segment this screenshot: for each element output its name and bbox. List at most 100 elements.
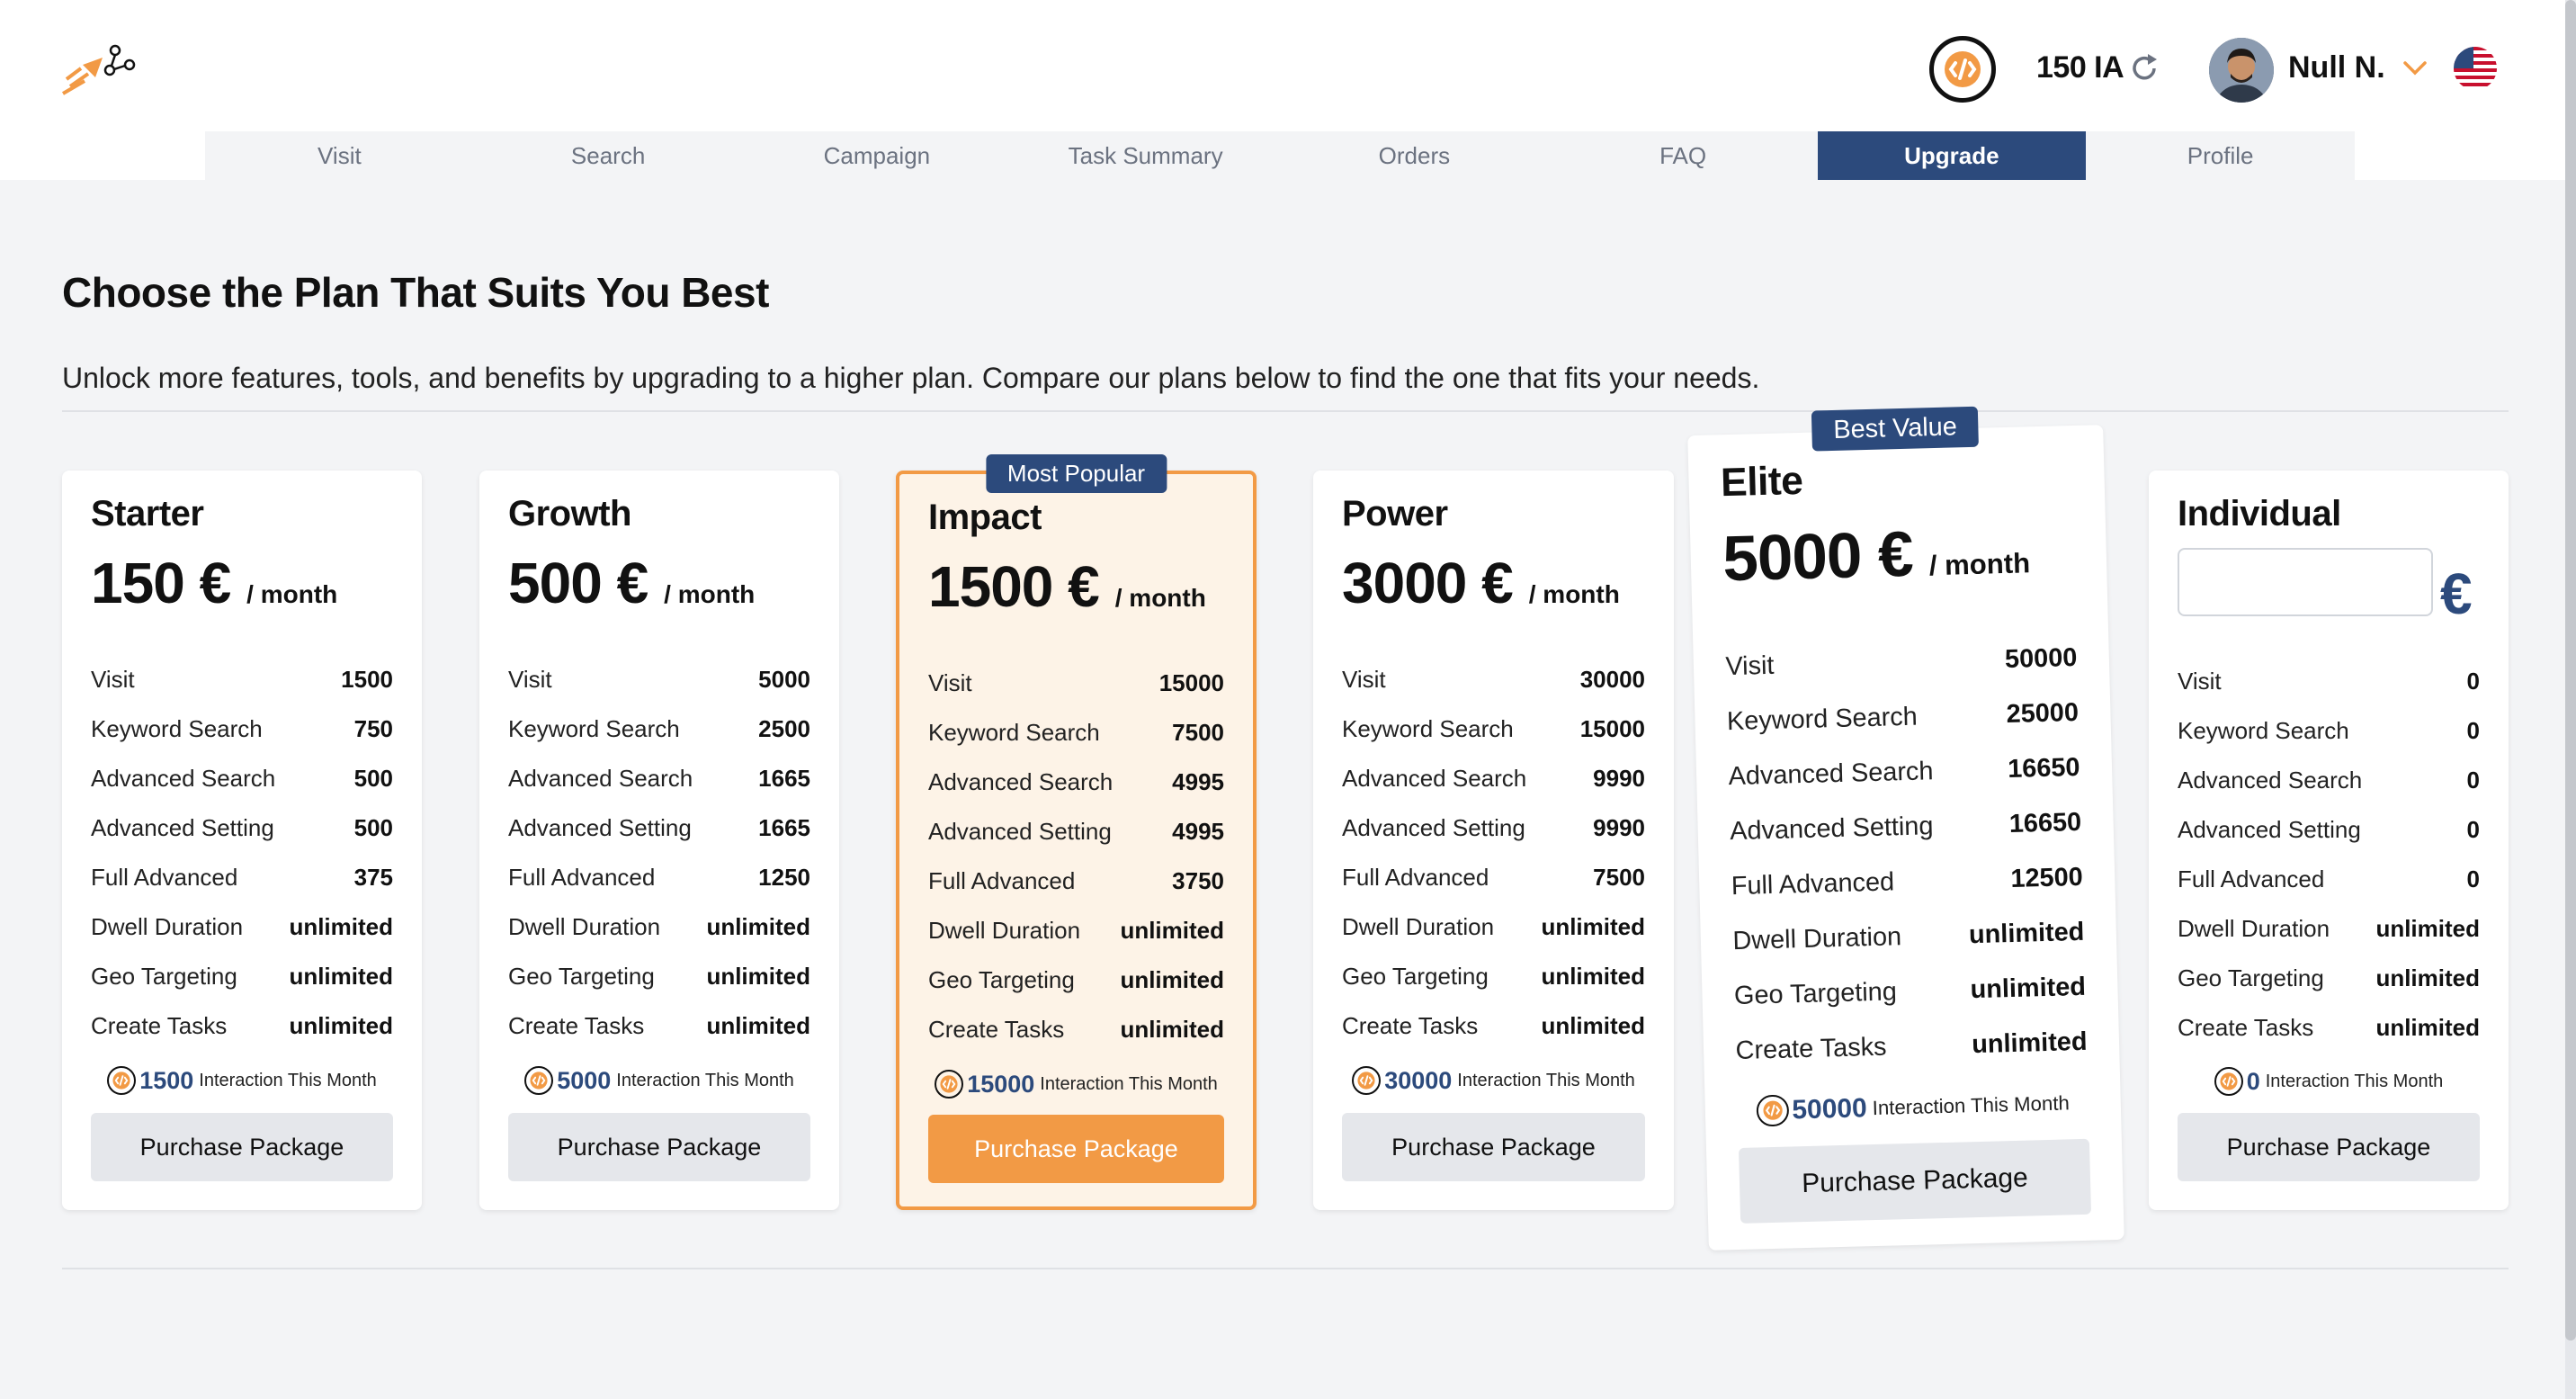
feature-label: Create Tasks: [91, 1012, 228, 1039]
price-period: / month: [1928, 546, 2031, 581]
feature-value: 0: [2466, 865, 2480, 892]
interaction-number: 50000: [1791, 1092, 1868, 1125]
feature-row: Advanced Search 16650: [1728, 740, 2080, 804]
feature-row: Advanced Search 1665: [508, 754, 810, 803]
interaction-count: 5000 Interaction This Month: [479, 1066, 839, 1095]
feature-row: Visit 30000: [1342, 655, 1645, 704]
feature-row: Dwell Duration unlimited: [1342, 902, 1645, 952]
feature-value: 16650: [2008, 807, 2082, 839]
plan-badge: Most Popular: [985, 454, 1167, 493]
feature-row: Full Advanced 0: [2178, 855, 2480, 904]
feature-list: Visit 15000 Keyword Search 7500 Advanced Sea…: [928, 659, 1224, 1054]
plan-badge: Best Value: [1811, 406, 1980, 452]
feature-row: Geo Targeting unlimited: [928, 955, 1224, 1005]
interaction-count: 1500 Interaction This Month: [62, 1066, 422, 1095]
custom-amount-input[interactable]: [2178, 548, 2433, 616]
feature-label: Visit: [2178, 668, 2222, 695]
feature-label: Dwell Duration: [508, 913, 661, 940]
purchase-package-button[interactable]: Purchase Package: [1342, 1113, 1645, 1181]
feature-row: Create Tasks unlimited: [928, 1005, 1224, 1054]
tab-profile[interactable]: Profile: [2086, 131, 2355, 180]
tab-faq[interactable]: FAQ: [1549, 131, 1818, 180]
feature-label: Geo Targeting: [508, 963, 655, 990]
price-amount: 1500 €: [928, 554, 1100, 619]
feature-value: 0: [2466, 668, 2480, 695]
feature-label: Keyword Search: [1342, 715, 1514, 742]
chevron-down-icon[interactable]: [2402, 58, 2428, 79]
tab-campaign[interactable]: Campaign: [743, 131, 1012, 180]
ia-coin-icon: [1352, 1066, 1382, 1095]
feature-row: Visit 1500: [91, 655, 393, 704]
feature-label: Visit: [928, 669, 972, 696]
tab-search[interactable]: Search: [474, 131, 743, 180]
feature-value: unlimited: [1120, 1016, 1224, 1043]
feature-value: 1250: [758, 864, 810, 891]
feature-label: Full Advanced: [2178, 865, 2325, 892]
purchase-package-button[interactable]: Purchase Package: [91, 1113, 393, 1181]
feature-label: Advanced Setting: [1342, 814, 1525, 841]
ia-balance: 150 IA: [2036, 50, 2124, 85]
purchase-package-button[interactable]: Purchase Package: [508, 1113, 810, 1181]
interaction-number: 0: [2246, 1067, 2260, 1095]
feature-row: Advanced Setting 4995: [928, 807, 1224, 856]
feature-value: 0: [2466, 717, 2480, 744]
logo-rocket-icon[interactable]: [58, 41, 139, 97]
tab-task-summary[interactable]: Task Summary: [1011, 131, 1280, 180]
ia-coin-icon: [107, 1066, 137, 1095]
feature-label: Dwell Duration: [1342, 913, 1495, 940]
plan-name: Impact: [928, 498, 1042, 537]
ia-coin-icon: [2214, 1067, 2243, 1096]
scrollbar-thumb[interactable]: [2565, 0, 2576, 1341]
us-flag-icon[interactable]: [2454, 47, 2497, 90]
plan-price: 3000 € / month: [1342, 550, 1620, 616]
feature-label: Dwell Duration: [1732, 921, 1902, 955]
tab-visit[interactable]: Visit: [205, 131, 474, 180]
plan-name: Individual: [2178, 494, 2341, 534]
purchase-package-button[interactable]: Purchase Package: [2178, 1113, 2480, 1181]
feature-row: Dwell Duration unlimited: [928, 906, 1224, 955]
feature-value: 12500: [2010, 862, 2084, 893]
feature-list: Visit 1500 Keyword Search 750 Advanced Searc…: [91, 655, 393, 1051]
user-name[interactable]: Null N.: [2288, 50, 2385, 85]
interaction-count: 50000 Interaction This Month: [1704, 1086, 2121, 1129]
interaction-count: 0 Interaction This Month: [2149, 1067, 2509, 1096]
ia-coin-icon[interactable]: [1929, 36, 1996, 103]
feature-value: unlimited: [2375, 915, 2480, 942]
feature-row: Advanced Search 500: [91, 754, 393, 803]
price-period: / month: [1528, 580, 1620, 608]
plan-name: Power: [1342, 494, 1448, 534]
tab-orders[interactable]: Orders: [1280, 131, 1549, 180]
feature-value: unlimited: [1541, 963, 1645, 990]
feature-label: Geo Targeting: [91, 963, 237, 990]
feature-label: Full Advanced: [91, 864, 238, 891]
feature-label: Dwell Duration: [2178, 915, 2330, 942]
feature-value: unlimited: [289, 913, 393, 940]
feature-label: Full Advanced: [928, 867, 1076, 894]
feature-label: Visit: [1725, 650, 1775, 681]
feature-value: 25000: [2006, 697, 2080, 729]
purchase-package-button[interactable]: Purchase Package: [928, 1115, 1224, 1183]
feature-label: Advanced Setting: [508, 814, 692, 841]
feature-row: Full Advanced 7500: [1342, 853, 1645, 902]
refresh-icon[interactable]: [2128, 52, 2160, 85]
tab-upgrade[interactable]: Upgrade: [1817, 131, 2087, 180]
ia-coin-icon: [935, 1070, 964, 1099]
user-avatar[interactable]: [2209, 38, 2274, 103]
feature-row: Create Tasks unlimited: [91, 1001, 393, 1051]
feature-value: 15000: [1158, 669, 1224, 696]
feature-value: 5000: [758, 666, 810, 693]
feature-value: unlimited: [706, 913, 810, 940]
feature-value: unlimited: [2375, 1014, 2480, 1041]
plan-price: 150 € / month: [91, 550, 337, 616]
purchase-package-button[interactable]: Purchase Package: [1738, 1138, 2092, 1224]
feature-row: Keyword Search 750: [91, 704, 393, 754]
feature-row: Geo Targeting unlimited: [1733, 960, 2087, 1024]
feature-row: Create Tasks unlimited: [2178, 1003, 2480, 1053]
page-title: Choose the Plan That Suits You Best: [62, 269, 769, 316]
feature-label: Keyword Search: [1726, 702, 1919, 736]
plan-card-individual: Individual € Visit 0 Keyword Search 0 Advanced…: [2149, 471, 2509, 1210]
plan-name: Growth: [508, 494, 631, 534]
feature-label: Advanced Setting: [91, 814, 274, 841]
main-nav: Visit Search Campaign Task Summary Orders FAQ…: [205, 131, 2355, 180]
feature-value: unlimited: [1968, 917, 2085, 949]
